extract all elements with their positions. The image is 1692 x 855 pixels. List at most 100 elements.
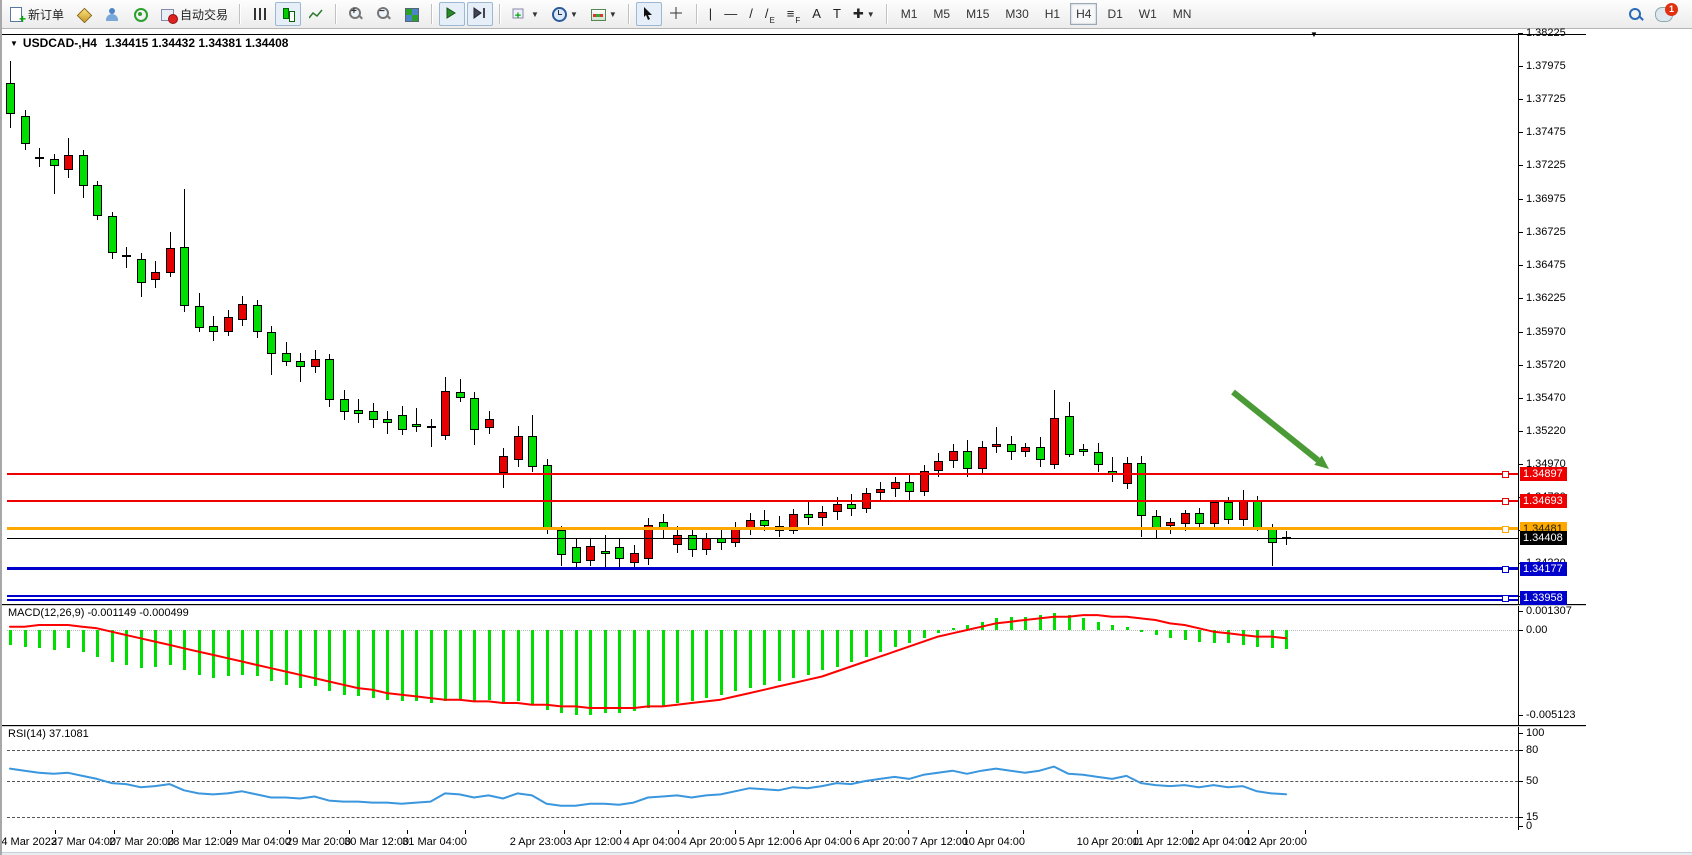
timeframe-d1-button[interactable]: D1 — [1101, 3, 1128, 25]
timeframe-h1-button[interactable]: H1 — [1039, 3, 1066, 25]
rsi-level-line-15 — [7, 817, 1518, 818]
horizontal-level-line[interactable] — [7, 500, 1518, 502]
time-axis-label: 7 Apr 12:00 — [912, 836, 968, 848]
horizontal-level-line[interactable] — [7, 473, 1518, 475]
timeframe-m15-button[interactable]: M15 — [960, 3, 995, 25]
timeframe-w1-button[interactable]: W1 — [1133, 3, 1163, 25]
new-order-button[interactable]: +新订单 — [3, 2, 69, 26]
equidistant-channel-button[interactable]: /E — [760, 2, 780, 26]
horizontal-line-button[interactable]: — — [719, 2, 742, 26]
time-axis-tick — [289, 830, 290, 834]
search-button[interactable] — [1622, 2, 1648, 26]
candlestick — [1181, 513, 1190, 524]
market-watch-button[interactable] — [71, 2, 97, 26]
auto-scroll-button[interactable] — [439, 2, 465, 26]
chevron-down-icon[interactable]: ▼ — [570, 10, 578, 19]
chart-shift-icon — [472, 6, 488, 22]
candlestick-chart-mode-button[interactable] — [275, 2, 301, 26]
chart-shift-marker-icon[interactable]: ▼ — [1310, 30, 1318, 39]
line-chart-mode-button[interactable] — [303, 2, 329, 26]
crosshair-button[interactable] — [664, 2, 690, 26]
macd-histogram-bar — [1271, 630, 1274, 648]
chevron-down-icon[interactable]: ▼ — [531, 10, 539, 19]
price-axis-tick — [1518, 232, 1523, 233]
candlestick — [21, 116, 30, 144]
horizontal-level-line[interactable] — [7, 599, 1518, 601]
time-axis-label: 6 Apr 04:00 — [796, 836, 852, 848]
price-axis-tick — [1518, 398, 1523, 399]
macd-histogram-bar — [372, 630, 375, 698]
navigator-button[interactable] — [99, 2, 125, 26]
auto-scroll-icon — [444, 6, 460, 22]
bar-chart-mode-icon — [252, 6, 268, 22]
macd-histogram-bar — [401, 630, 404, 701]
candlestick — [557, 530, 566, 555]
price-axis-tick — [1518, 132, 1523, 133]
vertical-line-button[interactable]: | — [704, 2, 717, 26]
candlestick — [514, 436, 523, 460]
signals-button[interactable] — [127, 2, 153, 26]
macd-histogram-bar — [9, 630, 12, 645]
timeframe-h4-button[interactable]: H4 — [1070, 3, 1097, 25]
horizontal-level-line[interactable] — [7, 527, 1518, 530]
trend-arrow-head[interactable] — [1314, 456, 1329, 469]
candlestick — [1239, 500, 1248, 520]
text-label-button[interactable]: T — [828, 2, 846, 26]
line-drag-handle[interactable] — [1502, 498, 1509, 505]
templates-button[interactable]: ▼ — [585, 2, 622, 26]
candlestick — [470, 398, 479, 430]
candlestick — [122, 255, 131, 258]
toolbar-group-2: +− — [342, 2, 426, 26]
macd-histogram-bar — [1126, 627, 1129, 630]
tile-windows-button[interactable] — [399, 2, 425, 26]
timeframe-mn-button[interactable]: MN — [1167, 3, 1198, 25]
macd-histogram-bar — [1111, 625, 1114, 630]
notifications-button[interactable]: 1 — [1650, 2, 1678, 26]
timeframe-m30-button[interactable]: M30 — [999, 3, 1034, 25]
horizontal-level-line[interactable] — [7, 595, 1518, 597]
candlestick — [891, 482, 900, 489]
chevron-down-icon[interactable]: ▼ — [609, 10, 617, 19]
periods-button[interactable]: ▼ — [546, 2, 583, 26]
collapse-arrow-icon[interactable]: ▼ — [10, 39, 18, 48]
macd-histogram-bar — [299, 630, 302, 688]
macd-histogram-bar — [1242, 630, 1245, 645]
line-drag-handle[interactable] — [1502, 526, 1509, 533]
macd-histogram-bar — [720, 630, 723, 695]
indicators-button[interactable]: +▼ — [507, 2, 544, 26]
line-drag-handle[interactable] — [1502, 471, 1509, 478]
line-drag-handle[interactable] — [1502, 595, 1509, 602]
chevron-down-icon[interactable]: ▼ — [867, 10, 875, 19]
trend-arrow-shaft[interactable] — [1233, 392, 1318, 460]
trendline-icon: / — [749, 6, 753, 22]
toolbar-group-5 — [635, 2, 691, 26]
horizontal-level-line[interactable] — [7, 567, 1518, 570]
line-drag-handle[interactable] — [1502, 566, 1509, 573]
candlestick — [1253, 500, 1262, 529]
signals-icon — [132, 6, 148, 22]
zoom-out-button[interactable]: − — [371, 2, 397, 26]
cursor-button[interactable] — [636, 2, 662, 26]
chart-shift-button[interactable] — [467, 2, 493, 26]
price-axis-label: 1.36975 — [1526, 193, 1566, 205]
arrows-button[interactable]: ✚▼ — [848, 2, 880, 26]
text-button[interactable]: A — [807, 2, 826, 26]
timeframe-m1-button[interactable]: M1 — [895, 3, 924, 25]
macd-histogram-bar — [894, 630, 897, 647]
macd-histogram-bar — [38, 630, 41, 648]
auto-trading-button[interactable]: 自动交易 — [155, 2, 233, 26]
main-toolbar: +新订单自动交易+−+▼▼▼|—//E≡FAT✚▼M1M5M15M30H1H4D… — [2, 0, 1692, 29]
bar-chart-mode-button[interactable] — [247, 2, 273, 26]
price-axis-label: 1.35720 — [1526, 359, 1566, 371]
timeframe-m5-button[interactable]: M5 — [927, 3, 956, 25]
price-axis-tick — [1518, 33, 1523, 34]
fibonacci-button[interactable]: ≡F — [782, 2, 805, 26]
equidistant-channel-sub-letter: E — [769, 16, 774, 25]
time-axis[interactable]: 24 Mar 202327 Mar 04:0027 Mar 20:0028 Ma… — [2, 830, 1692, 852]
toolbar-group-1 — [246, 2, 330, 26]
zoom-in-button[interactable]: + — [343, 2, 369, 26]
rsi-axis-tick — [1518, 750, 1523, 751]
macd-histogram-bar — [1256, 630, 1259, 647]
trendline-button[interactable]: / — [744, 2, 758, 26]
macd-histogram-bar — [1285, 630, 1288, 649]
